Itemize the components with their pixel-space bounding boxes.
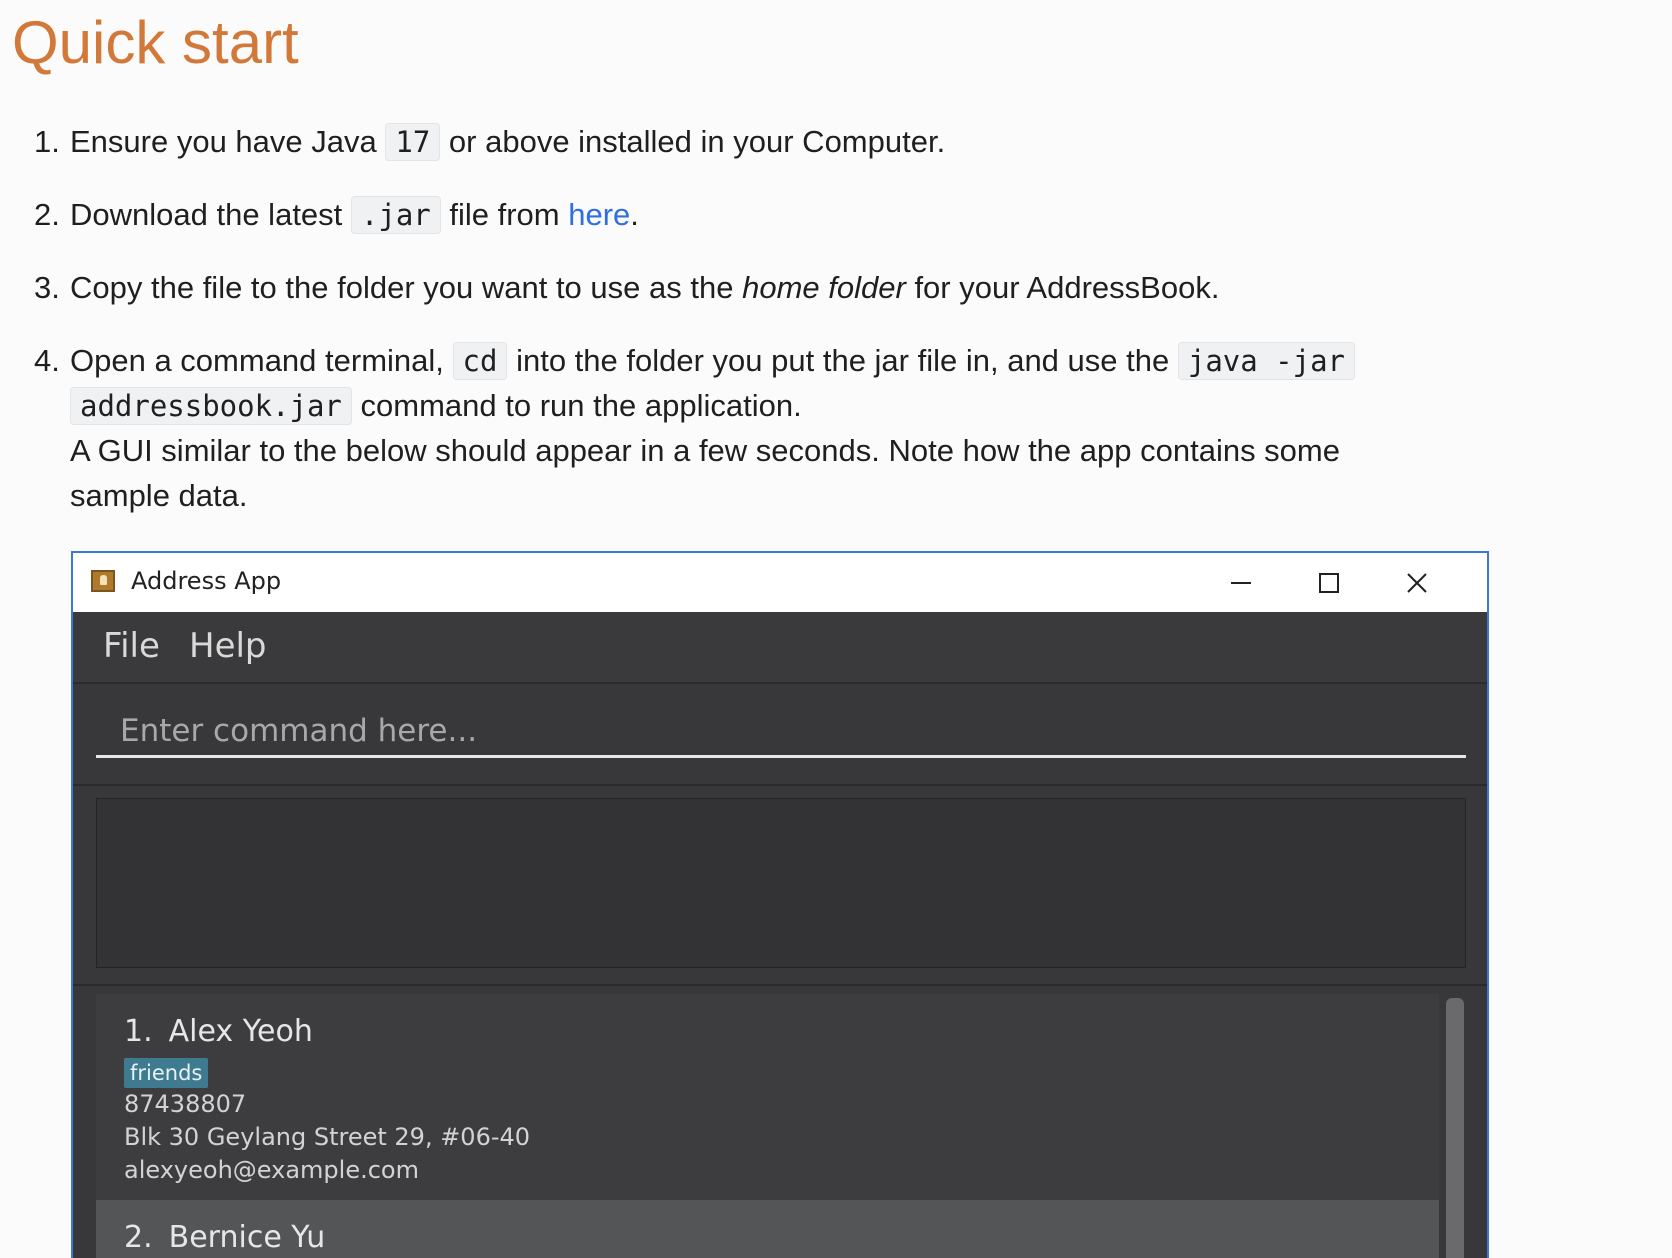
step-4: 4. Open a command terminal, cd into the f… [34,337,1355,385]
step-1: 1. Ensure you have Java 17 or above insta… [34,118,945,166]
step-text: command to run the application. [360,388,802,423]
step-2: 2. Download the latest .jar file from her… [34,191,639,239]
step-4-note: sample data. [70,472,248,520]
address-app-window: Address App File Help 1.A [71,551,1489,1258]
emphasis-text: home folder [742,270,906,305]
person-index: 1. [124,1014,153,1049]
close-button[interactable] [1373,553,1461,612]
inline-code: java -jar [1177,342,1355,380]
close-icon [1407,572,1427,593]
maximize-button[interactable] [1285,553,1373,612]
inline-code: .jar [350,196,441,234]
person-tag: friends [124,1058,209,1088]
download-link[interactable]: here [568,197,630,232]
step-note: sample data. [70,478,248,513]
step-number: 1. [34,124,60,159]
title-bar: Address App [73,553,1487,612]
step-3: 3. Copy the file to the folder you want t… [34,264,1219,312]
person-phone: 87438807 [124,1090,247,1118]
step-number: 2. [34,197,60,232]
step-text: file from [449,197,560,232]
person-name: Alex Yeoh [168,1014,313,1049]
app-icon [91,570,115,592]
person-card[interactable]: 1. Alex Yeoh friends 87438807 Blk 30 Geyl… [96,994,1439,1200]
step-text: Ensure you have Java [70,124,377,159]
step-text: . [630,197,639,232]
inline-code: cd [452,342,508,380]
inline-code: addressbook.jar [70,387,352,425]
person-name-row: 2. Bernice Yu [124,1200,1439,1256]
maximize-icon [1319,572,1339,593]
person-list: 1. Alex Yeoh friends 87438807 Blk 30 Geyl… [73,986,1487,1258]
list-scrollbar[interactable] [1446,998,1464,1258]
menu-help[interactable]: Help [189,626,267,666]
step-text: Open a command terminal, [70,343,444,378]
step-text: Download the latest [70,197,343,232]
person-email: alexyeoh@example.com [124,1156,419,1184]
step-number: 4. [34,343,60,378]
result-display [96,798,1466,968]
person-card[interactable]: 2. Bernice Yu [96,1200,1439,1258]
person-address: Blk 30 Geylang Street 29, #06-40 [124,1123,531,1151]
person-index: 2. [124,1220,153,1255]
command-box [73,684,1487,786]
menu-file[interactable]: File [103,626,160,666]
result-display-area [73,786,1487,987]
person-name-row: 1. Alex Yeoh [124,994,1439,1050]
step-number: 3. [34,270,60,305]
minimize-button[interactable] [1197,553,1285,612]
step-4-note: A GUI similar to the below should appear… [70,427,1340,475]
page-title: Quick start [12,9,299,76]
command-input[interactable] [96,706,1466,758]
person-name: Bernice Yu [168,1220,326,1255]
minimize-icon [1231,581,1251,584]
step-text: for your AddressBook. [914,270,1220,305]
menu-bar: File Help [73,612,1487,684]
step-text: Copy the file to the folder you want to … [70,270,734,305]
step-note: A GUI similar to the below should appear… [70,433,1340,468]
inline-code: 17 [385,123,441,161]
step-4-continued: addressbook.jar command to run the appli… [70,382,802,430]
step-text: into the folder you put the jar file in,… [516,343,1170,378]
window-title: Address App [131,567,282,595]
step-text: or above installed in your Computer. [448,124,946,159]
